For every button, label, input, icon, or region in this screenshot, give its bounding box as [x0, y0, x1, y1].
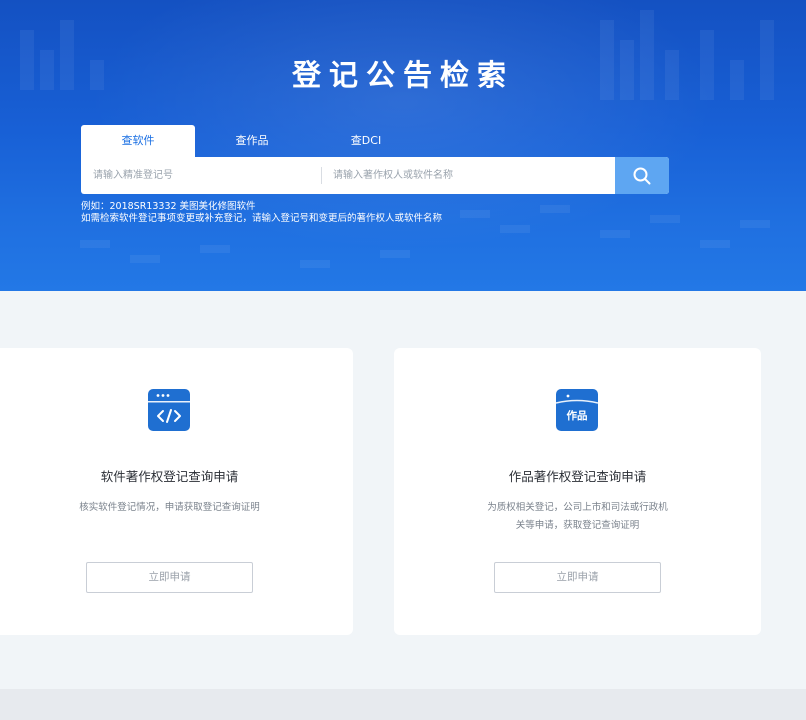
- card-description-line: 关等申请，获取登记查询证明: [515, 520, 640, 531]
- card-title: 软件著作权登记查询申请: [100, 469, 239, 484]
- card-description-line: 为质权相关登记，公司上市和司法或行政机: [487, 502, 668, 513]
- services-section: 软件著作权登记查询申请 核实软件登记情况，申请获取登记查询证明 立即申请 作品 …: [0, 291, 806, 689]
- card-description: 核实软件登记情况，申请获取登记查询证明: [46, 499, 293, 517]
- tab-software[interactable]: 查软件: [81, 125, 195, 157]
- search-bar: [81, 157, 669, 194]
- footer-strip: [0, 689, 806, 720]
- search-tabs: 查软件 查作品 查DCI: [81, 125, 481, 157]
- card-description-line: 核实软件登记情况，申请获取登记查询证明: [79, 502, 260, 513]
- page-title: 登记公告检索: [291, 58, 514, 92]
- apply-now-button[interactable]: 立即申请: [86, 562, 253, 593]
- works-query-card: 作品 作品著作权登记查询申请 为质权相关登记，公司上市和司法或行政机 关等申请，…: [394, 348, 761, 635]
- search-hint: 例如：2018SR13332 美图美化修图软件 如需检索软件登记事项变更或补充登…: [81, 201, 442, 225]
- search-icon: [633, 167, 651, 185]
- search-button[interactable]: [615, 157, 669, 194]
- code-window-icon: [148, 389, 190, 431]
- tab-dci[interactable]: 查DCI: [309, 125, 423, 157]
- software-query-card: 软件著作权登记查询申请 核实软件登记情况，申请获取登记查询证明 立即申请: [0, 348, 353, 635]
- hero-banner: 登记公告检索 查软件 查作品 查DCI 例如：2018SR13332 美图美化修…: [0, 0, 806, 291]
- apply-now-button[interactable]: 立即申请: [494, 562, 661, 593]
- hint-example: 例如：2018SR13332 美图美化修图软件: [81, 201, 256, 212]
- card-description: 为质权相关登记，公司上市和司法或行政机 关等申请，获取登记查询证明: [454, 499, 701, 535]
- hint-change-note: 如需检索软件登记事项变更或补充登记，请输入登记号和变更后的著作权人或软件名称: [81, 213, 443, 224]
- card-title: 作品著作权登记查询申请: [508, 469, 647, 484]
- owner-or-name-input[interactable]: [322, 157, 616, 194]
- works-icon-label: 作品: [566, 410, 588, 422]
- registration-number-input[interactable]: [81, 157, 321, 194]
- works-window-icon: 作品: [555, 389, 599, 431]
- tab-works[interactable]: 查作品: [195, 125, 309, 157]
